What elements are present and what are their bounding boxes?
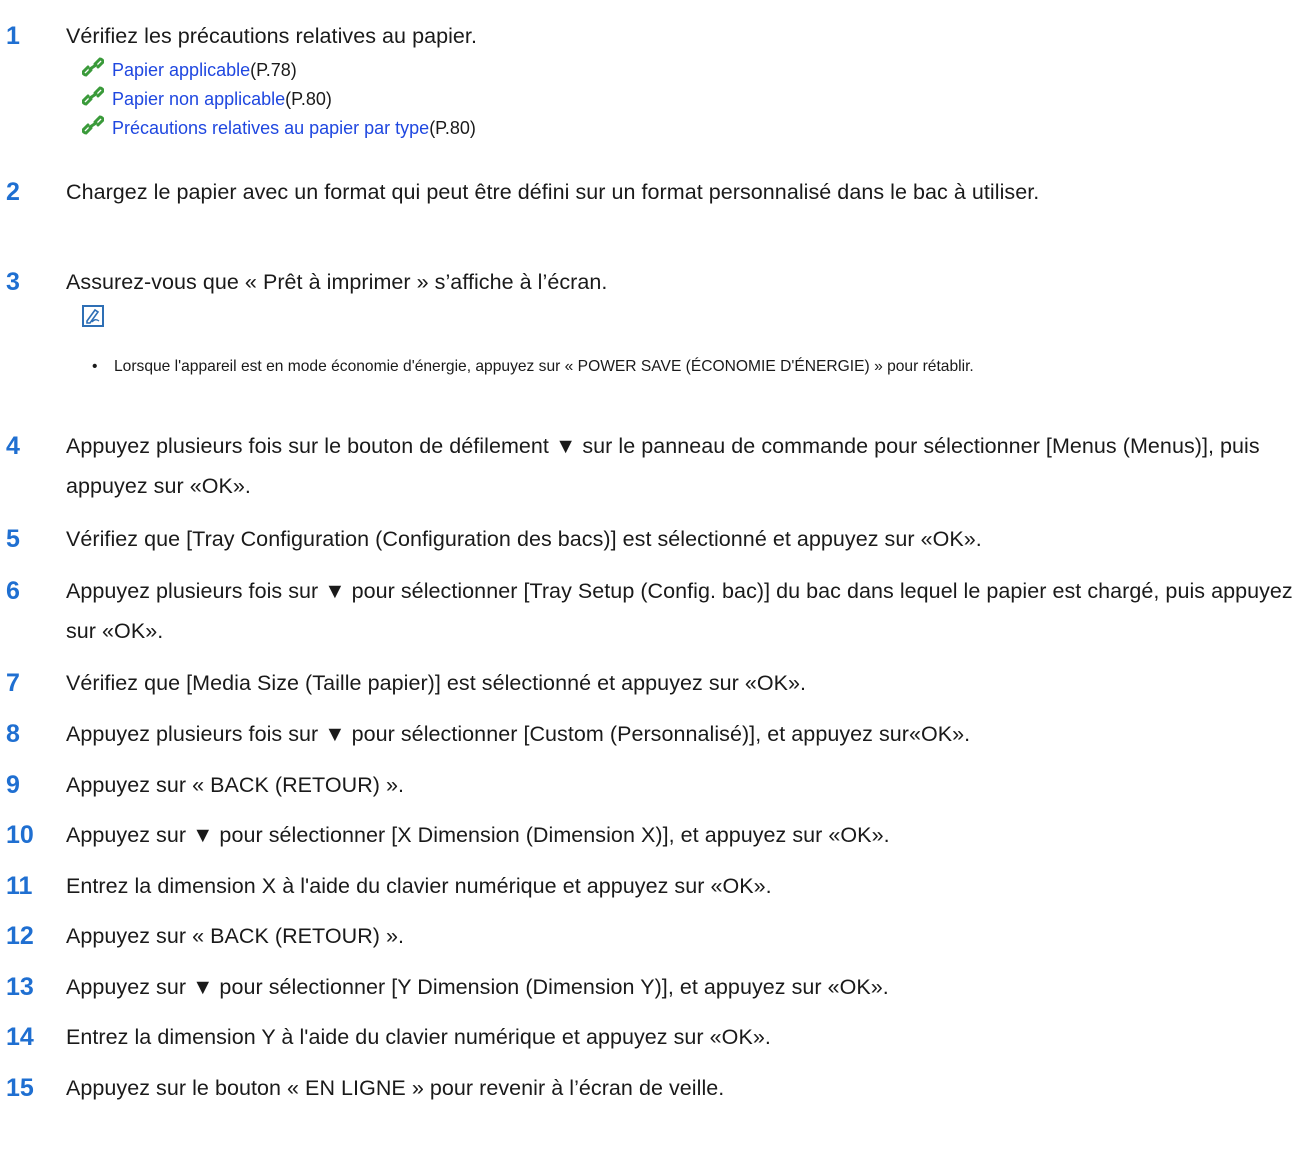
- step-number: 4: [6, 432, 20, 460]
- step-text: Assurez-vous que « Prêt à imprimer » s’a…: [66, 270, 608, 294]
- step-text: Appuyez sur le bouton « EN LIGNE » pour …: [66, 1076, 725, 1100]
- step-text: Appuyez plusieurs fois sur ▼ pour sélect…: [66, 722, 971, 746]
- step-number: 13: [6, 973, 34, 1001]
- step-number: 12: [6, 922, 34, 950]
- link-chain-icon: [81, 86, 112, 115]
- step-number: 10: [6, 821, 34, 849]
- step-number: 15: [6, 1074, 34, 1102]
- step-number: 6: [6, 577, 20, 605]
- link-papier-non-applicable[interactable]: Papier non applicable(P.80): [81, 85, 476, 115]
- step-number: 5: [6, 525, 20, 553]
- step-number: 11: [6, 872, 33, 900]
- page-reference: (P.80): [285, 89, 332, 109]
- memo-note: • Lorsque l'appareil est en mode économi…: [92, 354, 1303, 380]
- step-text: Vérifiez les précautions relatives au pa…: [66, 24, 477, 48]
- memo-pencil-icon: [82, 305, 104, 327]
- link-text[interactable]: Papier non applicable: [112, 89, 285, 109]
- step-number: 3: [6, 268, 20, 296]
- step-number: 14: [6, 1023, 34, 1051]
- step-text: Appuyez plusieurs fois sur le bouton de …: [66, 434, 1260, 498]
- step-text: Entrez la dimension X à l'aide du clavie…: [66, 874, 772, 898]
- step-number: 2: [6, 178, 20, 206]
- step-text: Vérifiez que [Media Size (Taille papier)…: [66, 671, 807, 695]
- link-chain-icon: [81, 115, 112, 144]
- link-text[interactable]: Papier applicable: [112, 60, 250, 80]
- bullet: •: [92, 358, 98, 375]
- step-text: Appuyez sur « BACK (RETOUR) ».: [66, 773, 405, 797]
- step-number: 8: [6, 720, 20, 748]
- link-precautions-par-type[interactable]: Précautions relatives au papier par type…: [81, 114, 476, 144]
- link-text[interactable]: Précautions relatives au papier par type: [112, 118, 429, 138]
- step-text: Appuyez sur ▼ pour sélectionner [X Dimen…: [66, 823, 890, 847]
- page-reference: (P.78): [250, 60, 297, 80]
- page-reference: (P.80): [429, 118, 476, 138]
- step-text: Chargez le papier avec un format qui peu…: [66, 180, 1040, 204]
- link-papier-applicable[interactable]: Papier applicable(P.78): [81, 56, 476, 86]
- link-chain-icon: [81, 57, 112, 86]
- step-number: 7: [6, 669, 20, 697]
- memo-note-text: Lorsque l'appareil est en mode économie …: [114, 358, 974, 375]
- step-text: Entrez la dimension Y à l'aide du clavie…: [66, 1025, 771, 1049]
- related-links: Papier applicable(P.78) Papier non appli…: [81, 56, 476, 144]
- step-number: 9: [6, 771, 20, 799]
- step-text: Appuyez plusieurs fois sur ▼ pour sélect…: [66, 579, 1293, 643]
- step-text: Appuyez sur ▼ pour sélectionner [Y Dimen…: [66, 975, 889, 999]
- step-number: 1: [6, 22, 20, 50]
- step-text: Appuyez sur « BACK (RETOUR) ».: [66, 924, 405, 948]
- step-text: Vérifiez que [Tray Configuration (Config…: [66, 527, 982, 551]
